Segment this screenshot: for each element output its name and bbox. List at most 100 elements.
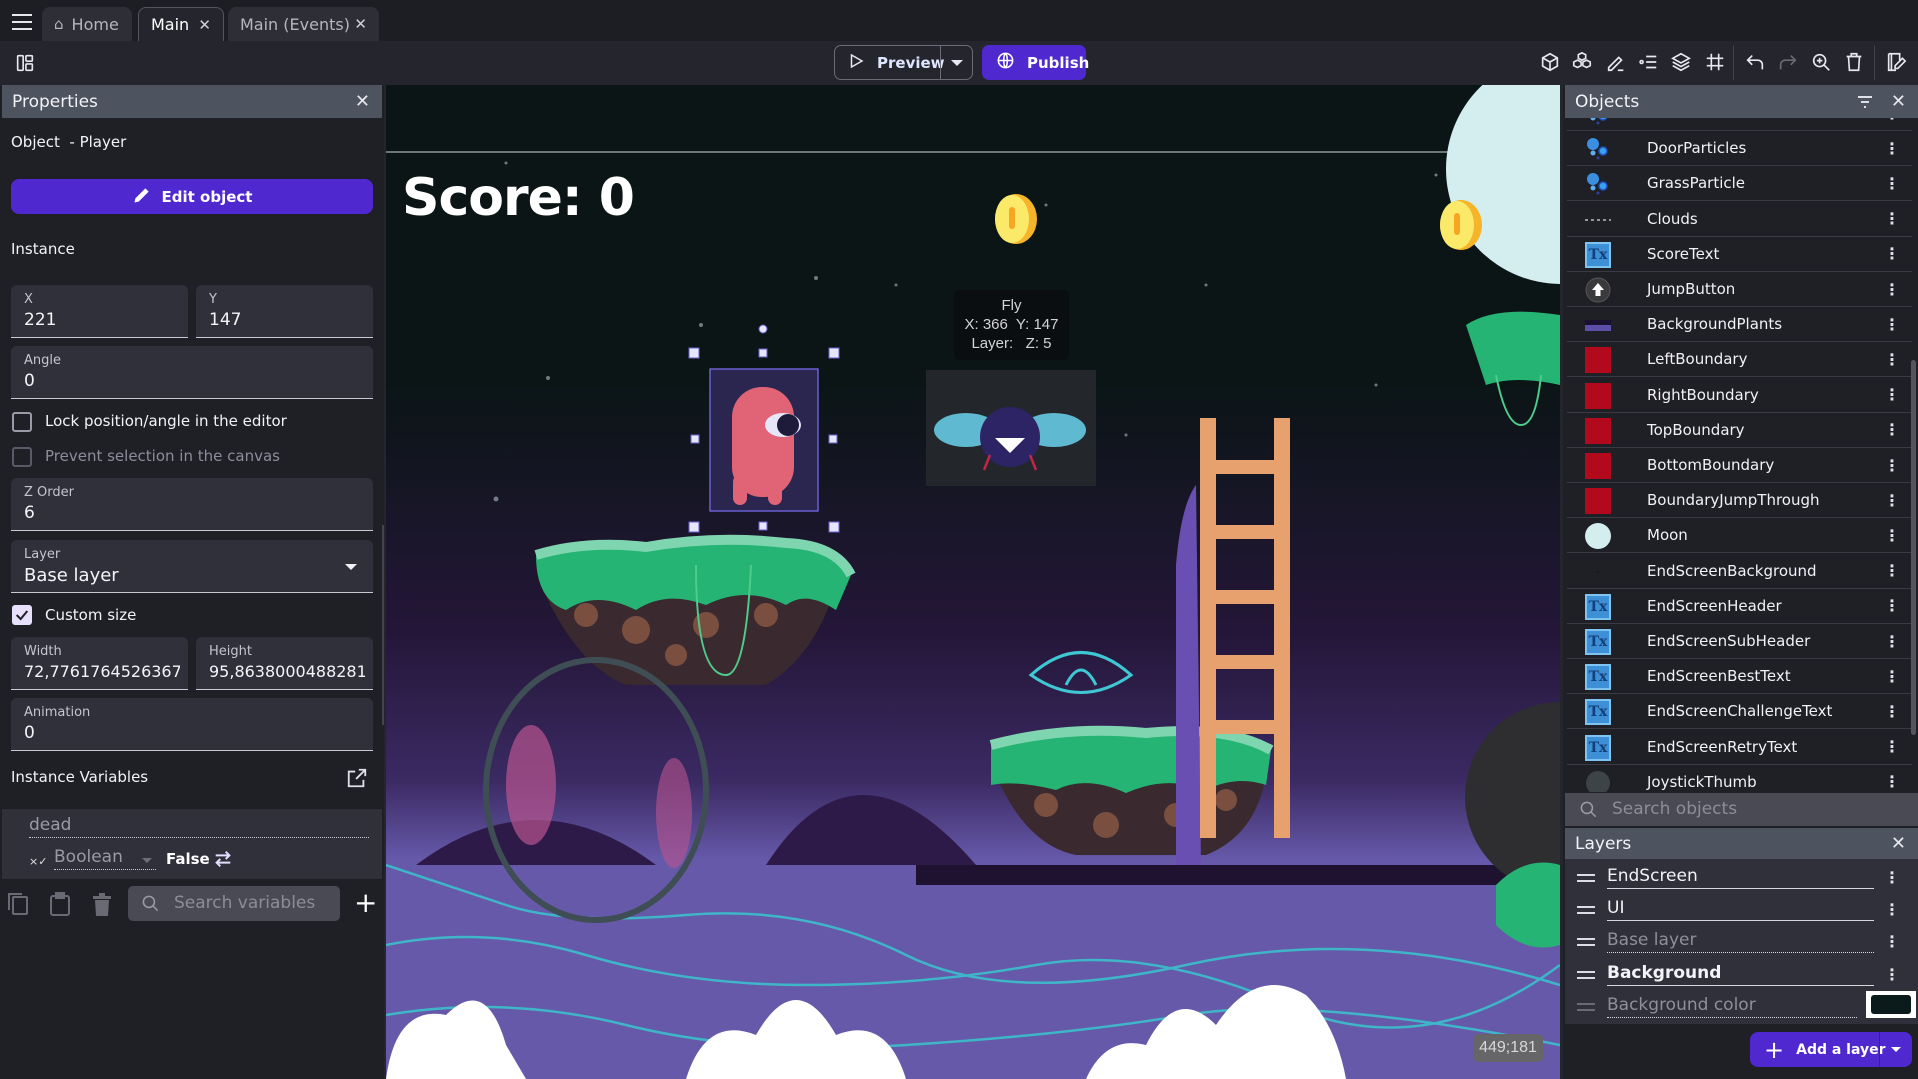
grid-icon[interactable] [1703, 50, 1727, 74]
object-list-item[interactable]: Tx EndScreenBestText ⋮ [1567, 659, 1912, 695]
x-field[interactable]: X 221 [11, 285, 188, 338]
layer-name[interactable]: EndScreen [1607, 866, 1874, 889]
edit-object-button[interactable]: Edit object [11, 179, 373, 214]
layer-row[interactable]: UI ⋮ [1567, 894, 1912, 926]
y-field[interactable]: Y 147 [196, 285, 373, 338]
more-menu-icon[interactable]: ⋮ [1884, 561, 1900, 580]
object-list-item[interactable]: GrassParticle ⋮ [1567, 166, 1912, 202]
object-list-item[interactable]: Moon ⋮ [1567, 518, 1912, 554]
more-menu-icon[interactable]: ⋮ [1884, 385, 1900, 404]
more-menu-icon[interactable]: ⋮ [1884, 118, 1900, 123]
objects-scrollbar[interactable] [1911, 360, 1916, 735]
object-list-item[interactable]: RightBoundary ⋮ [1567, 378, 1912, 413]
angle-field[interactable]: Angle 0 [11, 346, 373, 399]
toggle-swap-icon[interactable] [212, 849, 234, 873]
animation-field[interactable]: Animation 0 [11, 698, 373, 751]
more-menu-icon[interactable]: ⋮ [1884, 900, 1900, 919]
object-list-item[interactable]: EndScreenBackground ⋮ [1567, 554, 1912, 589]
add-layer-button[interactable]: + Add a layer [1750, 1032, 1912, 1067]
layer-name[interactable]: Background [1607, 963, 1874, 986]
delete-icon[interactable] [1842, 50, 1866, 74]
drag-handle-icon[interactable] [1577, 906, 1595, 914]
object-list-item[interactable]: JoystickThumb ⋮ [1567, 765, 1912, 792]
layer-select[interactable]: Layer Base layer [11, 540, 373, 593]
more-menu-icon[interactable]: ⋮ [1884, 596, 1900, 615]
copy-icon[interactable] [6, 891, 30, 921]
custom-size-checkbox[interactable] [12, 605, 32, 625]
object-list-item[interactable]: BottomBoundary ⋮ [1567, 448, 1912, 483]
object-list-item[interactable]: Tx EndScreenRetryText ⋮ [1567, 730, 1912, 765]
object-list-item[interactable]: LeftBoundary ⋮ [1567, 342, 1912, 378]
z-order-field[interactable]: Z Order 6 [11, 478, 373, 531]
object-list-item[interactable]: Tx EndScreenChallengeText ⋮ [1567, 694, 1912, 730]
object-list-item[interactable]: Tx EndScreenSubHeader ⋮ [1567, 624, 1912, 659]
object-list-item[interactable]: Tx EndScreenHeader ⋮ [1567, 589, 1912, 624]
drag-handle-icon[interactable] [1577, 874, 1595, 882]
more-menu-icon[interactable]: ⋮ [1884, 209, 1900, 228]
more-menu-icon[interactable]: ⋮ [1884, 315, 1900, 334]
edit-pencil-icon[interactable] [1604, 50, 1628, 74]
publish-button[interactable]: Publish [982, 45, 1089, 80]
search-variables-input[interactable]: Search variables [128, 886, 340, 921]
object-list-item[interactable]: Clouds ⋮ [1567, 202, 1912, 237]
scene-canvas[interactable]: Score: 0 Fly X: 366 Y: 147 Layer: Z: 5 4… [386, 85, 1560, 1079]
panels-layout-icon[interactable] [13, 51, 37, 75]
add-layer-dropdown[interactable] [1879, 1032, 1912, 1067]
height-field[interactable]: Height 95,8638000488281 [196, 637, 373, 690]
delete-variable-icon[interactable] [92, 893, 112, 921]
search-objects-input[interactable]: Search objects [1565, 793, 1918, 826]
tab-home[interactable]: ⌂ Home [42, 7, 132, 41]
layer-name[interactable]: Base layer [1607, 930, 1874, 953]
lock-position-checkbox[interactable] [12, 412, 32, 432]
more-menu-icon[interactable]: ⋮ [1884, 632, 1900, 651]
zoom-in-icon[interactable] [1809, 50, 1833, 74]
paste-icon[interactable] [49, 891, 71, 921]
tab-main[interactable]: Main ✕ [138, 7, 224, 41]
undo-icon[interactable] [1743, 50, 1767, 74]
more-menu-icon[interactable]: ⋮ [1884, 526, 1900, 545]
hamburger-menu-icon[interactable] [12, 14, 32, 30]
tab-main-events[interactable]: Main (Events) ✕ [228, 7, 379, 41]
drag-handle-icon[interactable] [1577, 971, 1595, 979]
layer-name[interactable]: UI [1607, 898, 1874, 921]
object-list-item[interactable]: Tx ScoreText ⋮ [1567, 237, 1912, 272]
more-menu-icon[interactable]: ⋮ [1884, 280, 1900, 299]
more-menu-icon[interactable]: ⋮ [1884, 174, 1900, 193]
prevent-selection-checkbox[interactable] [12, 447, 32, 467]
open-external-icon[interactable] [346, 767, 368, 793]
more-menu-icon[interactable]: ⋮ [1884, 350, 1900, 369]
panel-scrollbar[interactable] [382, 525, 384, 725]
properties-list-icon[interactable] [1636, 50, 1660, 74]
more-menu-icon[interactable]: ⋮ [1884, 868, 1900, 887]
more-menu-icon[interactable]: ⋮ [1884, 491, 1900, 510]
variable-name[interactable]: dead [29, 815, 369, 838]
close-icon[interactable]: ✕ [354, 15, 367, 33]
layer-row[interactable]: Background ⋮ [1567, 959, 1912, 991]
object-list-item[interactable]: BackgroundPlants ⋮ [1567, 307, 1912, 343]
objects-cubes-icon[interactable] [1570, 50, 1594, 74]
object-list-item[interactable]: BoundaryJumpThrough ⋮ [1567, 483, 1912, 519]
close-icon[interactable]: ✕ [1891, 833, 1906, 854]
object-list-item[interactable]: TopBoundary ⋮ [1567, 413, 1912, 448]
more-menu-icon[interactable]: ⋮ [1884, 420, 1900, 439]
3d-box-icon[interactable] [1538, 50, 1562, 74]
redo-icon[interactable] [1776, 50, 1800, 74]
more-menu-icon[interactable]: ⋮ [1884, 965, 1900, 984]
preview-dropdown[interactable] [940, 46, 972, 79]
background-color-swatch[interactable] [1866, 991, 1916, 1018]
layer-row[interactable]: Base layer ⋮ [1567, 926, 1912, 958]
more-menu-icon[interactable]: ⋮ [1884, 702, 1900, 721]
more-menu-icon[interactable]: ⋮ [1884, 244, 1900, 263]
more-menu-icon[interactable]: ⋮ [1884, 139, 1900, 158]
object-list-item[interactable]: DoorParticles ⋮ [1567, 131, 1912, 167]
more-menu-icon[interactable]: ⋮ [1884, 737, 1900, 756]
close-icon[interactable]: ✕ [198, 16, 211, 34]
width-field[interactable]: Width 72,7761764526367 [11, 637, 188, 690]
filter-icon[interactable] [1856, 94, 1874, 115]
more-menu-icon[interactable]: ⋮ [1884, 932, 1900, 951]
layer-row[interactable]: EndScreen ⋮ [1567, 862, 1912, 894]
close-icon[interactable]: ✕ [1891, 91, 1906, 112]
close-icon[interactable]: ✕ [355, 91, 370, 112]
preview-button[interactable]: Preview [834, 45, 973, 80]
edit-scene-icon[interactable] [1884, 50, 1908, 74]
